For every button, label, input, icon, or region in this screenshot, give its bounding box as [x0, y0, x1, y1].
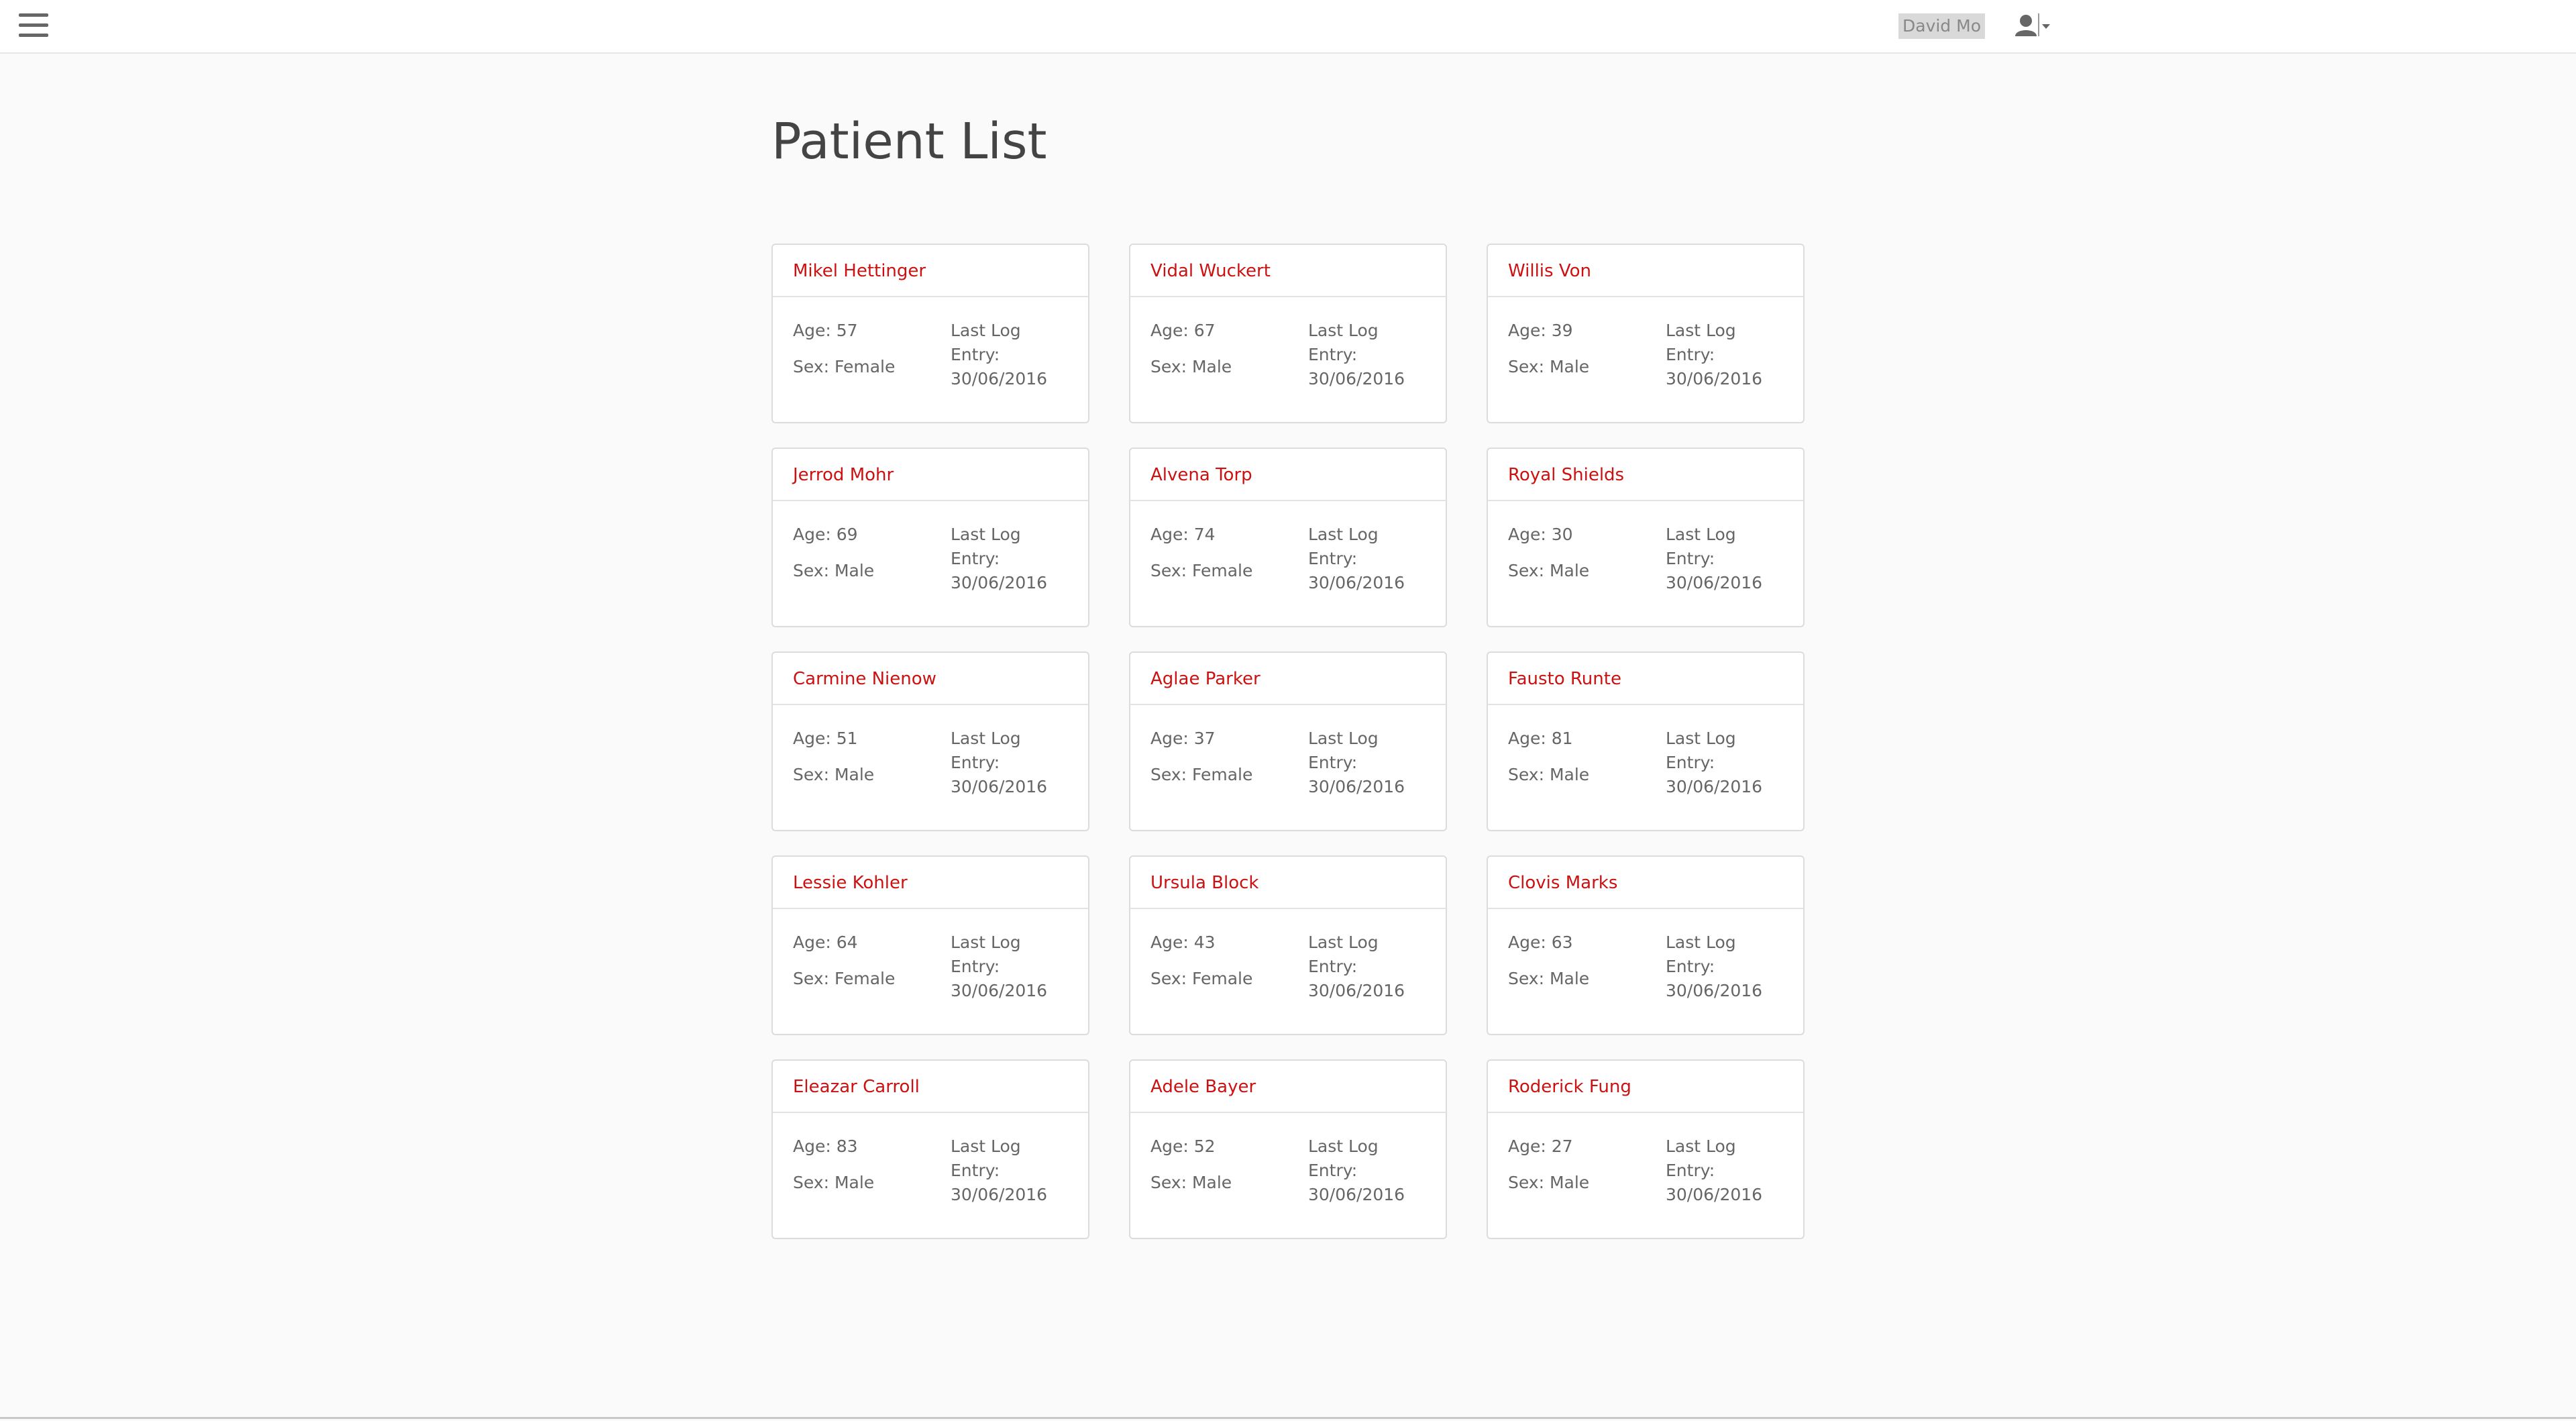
patient-name-link[interactable]: Clovis Marks: [1508, 870, 1617, 896]
patient-sex: Sex: Female: [793, 969, 896, 988]
patient-age: Age: 27: [1508, 1137, 1573, 1156]
patient-name-link[interactable]: Carmine Nienow: [793, 666, 936, 692]
patient-name-link[interactable]: Royal Shields: [1508, 462, 1624, 488]
patient-name-link[interactable]: Alvena Torp: [1150, 462, 1252, 488]
patient-sex: Sex: Male: [1508, 765, 1590, 784]
patient-name-link[interactable]: Ursula Block: [1150, 870, 1258, 896]
patient-last-log-entry: Last Log Entry: 30/06/2016: [951, 525, 1048, 592]
patient-card[interactable]: Vidal Wuckert Age: 67 Sex: Male Last Log…: [1129, 244, 1447, 423]
page-title: Patient List: [771, 113, 1047, 170]
patient-grid: Mikel Hettinger Age: 57 Sex: Female Last…: [771, 244, 1805, 1242]
patient-card-header: Clovis Marks: [1488, 857, 1803, 909]
patient-last-log-entry: Last Log Entry: 30/06/2016: [1308, 1137, 1405, 1204]
patient-last-log-entry: Last Log Entry: 30/06/2016: [1308, 729, 1405, 796]
patient-card[interactable]: Adele Bayer Age: 52 Sex: Male Last Log E…: [1129, 1059, 1447, 1239]
patient-card-header: Ursula Block: [1130, 857, 1446, 909]
bottom-divider: [0, 1417, 2576, 1419]
patient-age: Age: 83: [793, 1137, 858, 1156]
patient-age: Age: 64: [793, 933, 858, 952]
patient-last-log-entry: Last Log Entry: 30/06/2016: [951, 933, 1048, 1000]
patient-last-log-entry: Last Log Entry: 30/06/2016: [1666, 525, 1763, 592]
patient-sex: Sex: Male: [1150, 357, 1232, 376]
user-menu-button[interactable]: [2014, 12, 2055, 40]
patient-last-log-entry: Last Log Entry: 30/06/2016: [1308, 321, 1405, 388]
user-icon: [2015, 13, 2039, 36]
patient-card[interactable]: Lessie Kohler Age: 64 Sex: Female Last L…: [771, 855, 1089, 1035]
patient-name-link[interactable]: Eleazar Carroll: [793, 1074, 920, 1100]
username-label[interactable]: David Mo: [1898, 13, 1985, 39]
patient-last-log-entry: Last Log Entry: 30/06/2016: [951, 321, 1048, 388]
patient-age: Age: 51: [793, 729, 858, 748]
patient-sex: Sex: Female: [1150, 765, 1253, 784]
patient-card-header: Mikel Hettinger: [773, 245, 1088, 297]
patient-card[interactable]: Roderick Fung Age: 27 Sex: Male Last Log…: [1487, 1059, 1805, 1239]
caret-down-icon: [2042, 24, 2050, 29]
patient-age: Age: 37: [1150, 729, 1216, 748]
patient-last-log-entry: Last Log Entry: 30/06/2016: [1666, 729, 1763, 796]
patient-sex: Sex: Female: [793, 357, 896, 376]
patient-card-header: Lessie Kohler: [773, 857, 1088, 909]
patient-sex: Sex: Female: [1150, 561, 1253, 580]
patient-age: Age: 39: [1508, 321, 1573, 340]
patient-sex: Sex: Male: [1508, 969, 1590, 988]
patient-card-header: Alvena Torp: [1130, 449, 1446, 501]
patient-age: Age: 81: [1508, 729, 1573, 748]
patient-name-link[interactable]: Roderick Fung: [1508, 1074, 1631, 1100]
patient-age: Age: 69: [793, 525, 858, 544]
patient-card[interactable]: Eleazar Carroll Age: 83 Sex: Male Last L…: [771, 1059, 1089, 1239]
patient-card[interactable]: Willis Von Age: 39 Sex: Male Last Log En…: [1487, 244, 1805, 423]
patient-card-header: Carmine Nienow: [773, 653, 1088, 705]
patient-last-log-entry: Last Log Entry: 30/06/2016: [1308, 525, 1405, 592]
hamburger-menu-icon[interactable]: [19, 13, 48, 38]
patient-card-header: Fausto Runte: [1488, 653, 1803, 705]
patient-name-link[interactable]: Mikel Hettinger: [793, 258, 926, 284]
patient-name-link[interactable]: Adele Bayer: [1150, 1074, 1256, 1100]
patient-card-header: Willis Von: [1488, 245, 1803, 297]
patient-card[interactable]: Royal Shields Age: 30 Sex: Male Last Log…: [1487, 448, 1805, 627]
patient-last-log-entry: Last Log Entry: 30/06/2016: [1666, 1137, 1763, 1204]
patient-card[interactable]: Carmine Nienow Age: 51 Sex: Male Last Lo…: [771, 651, 1089, 831]
patient-card[interactable]: Aglae Parker Age: 37 Sex: Female Last Lo…: [1129, 651, 1447, 831]
patient-card[interactable]: Fausto Runte Age: 81 Sex: Male Last Log …: [1487, 651, 1805, 831]
patient-age: Age: 74: [1150, 525, 1216, 544]
patient-name-link[interactable]: Willis Von: [1508, 258, 1591, 284]
patient-card[interactable]: Jerrod Mohr Age: 69 Sex: Male Last Log E…: [771, 448, 1089, 627]
patient-card-header: Adele Bayer: [1130, 1061, 1446, 1113]
patient-card-header: Vidal Wuckert: [1130, 245, 1446, 297]
patient-age: Age: 43: [1150, 933, 1216, 952]
patient-sex: Sex: Male: [793, 1173, 875, 1192]
patient-last-log-entry: Last Log Entry: 30/06/2016: [1308, 933, 1405, 1000]
patient-card-header: Aglae Parker: [1130, 653, 1446, 705]
top-navbar: David Mo: [0, 0, 2576, 54]
patient-card-header: Jerrod Mohr: [773, 449, 1088, 501]
patient-name-link[interactable]: Jerrod Mohr: [793, 462, 894, 488]
patient-last-log-entry: Last Log Entry: 30/06/2016: [1666, 321, 1763, 388]
patient-sex: Sex: Male: [1508, 1173, 1590, 1192]
patient-name-link[interactable]: Fausto Runte: [1508, 666, 1621, 692]
patient-card[interactable]: Alvena Torp Age: 74 Sex: Female Last Log…: [1129, 448, 1447, 627]
patient-age: Age: 52: [1150, 1137, 1216, 1156]
patient-card[interactable]: Mikel Hettinger Age: 57 Sex: Female Last…: [771, 244, 1089, 423]
patient-sex: Sex: Male: [793, 765, 875, 784]
patient-card-header: Royal Shields: [1488, 449, 1803, 501]
patient-age: Age: 57: [793, 321, 858, 340]
patient-last-log-entry: Last Log Entry: 30/06/2016: [951, 1137, 1048, 1204]
patient-name-link[interactable]: Aglae Parker: [1150, 666, 1260, 692]
patient-card-header: Roderick Fung: [1488, 1061, 1803, 1113]
patient-card[interactable]: Ursula Block Age: 43 Sex: Female Last Lo…: [1129, 855, 1447, 1035]
patient-age: Age: 63: [1508, 933, 1573, 952]
patient-last-log-entry: Last Log Entry: 30/06/2016: [1666, 933, 1763, 1000]
patient-last-log-entry: Last Log Entry: 30/06/2016: [951, 729, 1048, 796]
patient-sex: Sex: Male: [793, 561, 875, 580]
patient-age: Age: 30: [1508, 525, 1573, 544]
patient-sex: Sex: Female: [1150, 969, 1253, 988]
patient-sex: Sex: Male: [1150, 1173, 1232, 1192]
patient-sex: Sex: Male: [1508, 357, 1590, 376]
patient-name-link[interactable]: Lessie Kohler: [793, 870, 908, 896]
patient-card-header: Eleazar Carroll: [773, 1061, 1088, 1113]
patient-age: Age: 67: [1150, 321, 1216, 340]
patient-sex: Sex: Male: [1508, 561, 1590, 580]
patient-card[interactable]: Clovis Marks Age: 63 Sex: Male Last Log …: [1487, 855, 1805, 1035]
patient-name-link[interactable]: Vidal Wuckert: [1150, 258, 1271, 284]
